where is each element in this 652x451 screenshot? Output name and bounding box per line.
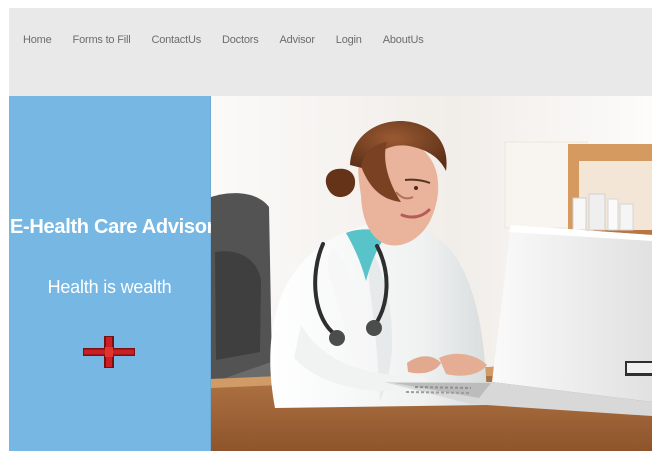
nav-contactus-link[interactable]: ContactUs: [151, 34, 201, 46]
nav-advisor-link[interactable]: Advisor: [280, 34, 315, 46]
hero-section: E-Health Care Advisor Health is wealth: [9, 96, 652, 451]
nav-home-link[interactable]: Home: [23, 34, 52, 46]
nav-doctors-link[interactable]: Doctors: [222, 34, 259, 46]
site-tagline: Health is wealth: [47, 277, 172, 297]
main-navigation: Home Forms to Fill ContactUs Doctors Adv…: [23, 30, 424, 50]
site-title: E-Health Care Advisor: [10, 216, 215, 238]
page: Home Forms to Fill ContactUs Doctors Adv…: [0, 0, 652, 451]
nav-aboutus-link[interactable]: AboutUs: [383, 34, 424, 46]
brand-panel: E-Health Care Advisor Health is wealth: [9, 96, 215, 451]
medical-cross-icon: [83, 336, 135, 368]
nav-forms-to-fill-link[interactable]: Forms to Fill: [73, 34, 131, 46]
doctor-laptop-photo: [211, 96, 652, 451]
nav-login-link[interactable]: Login: [336, 34, 362, 46]
top-navigation-bar: Home Forms to Fill ContactUs Doctors Adv…: [9, 8, 652, 96]
